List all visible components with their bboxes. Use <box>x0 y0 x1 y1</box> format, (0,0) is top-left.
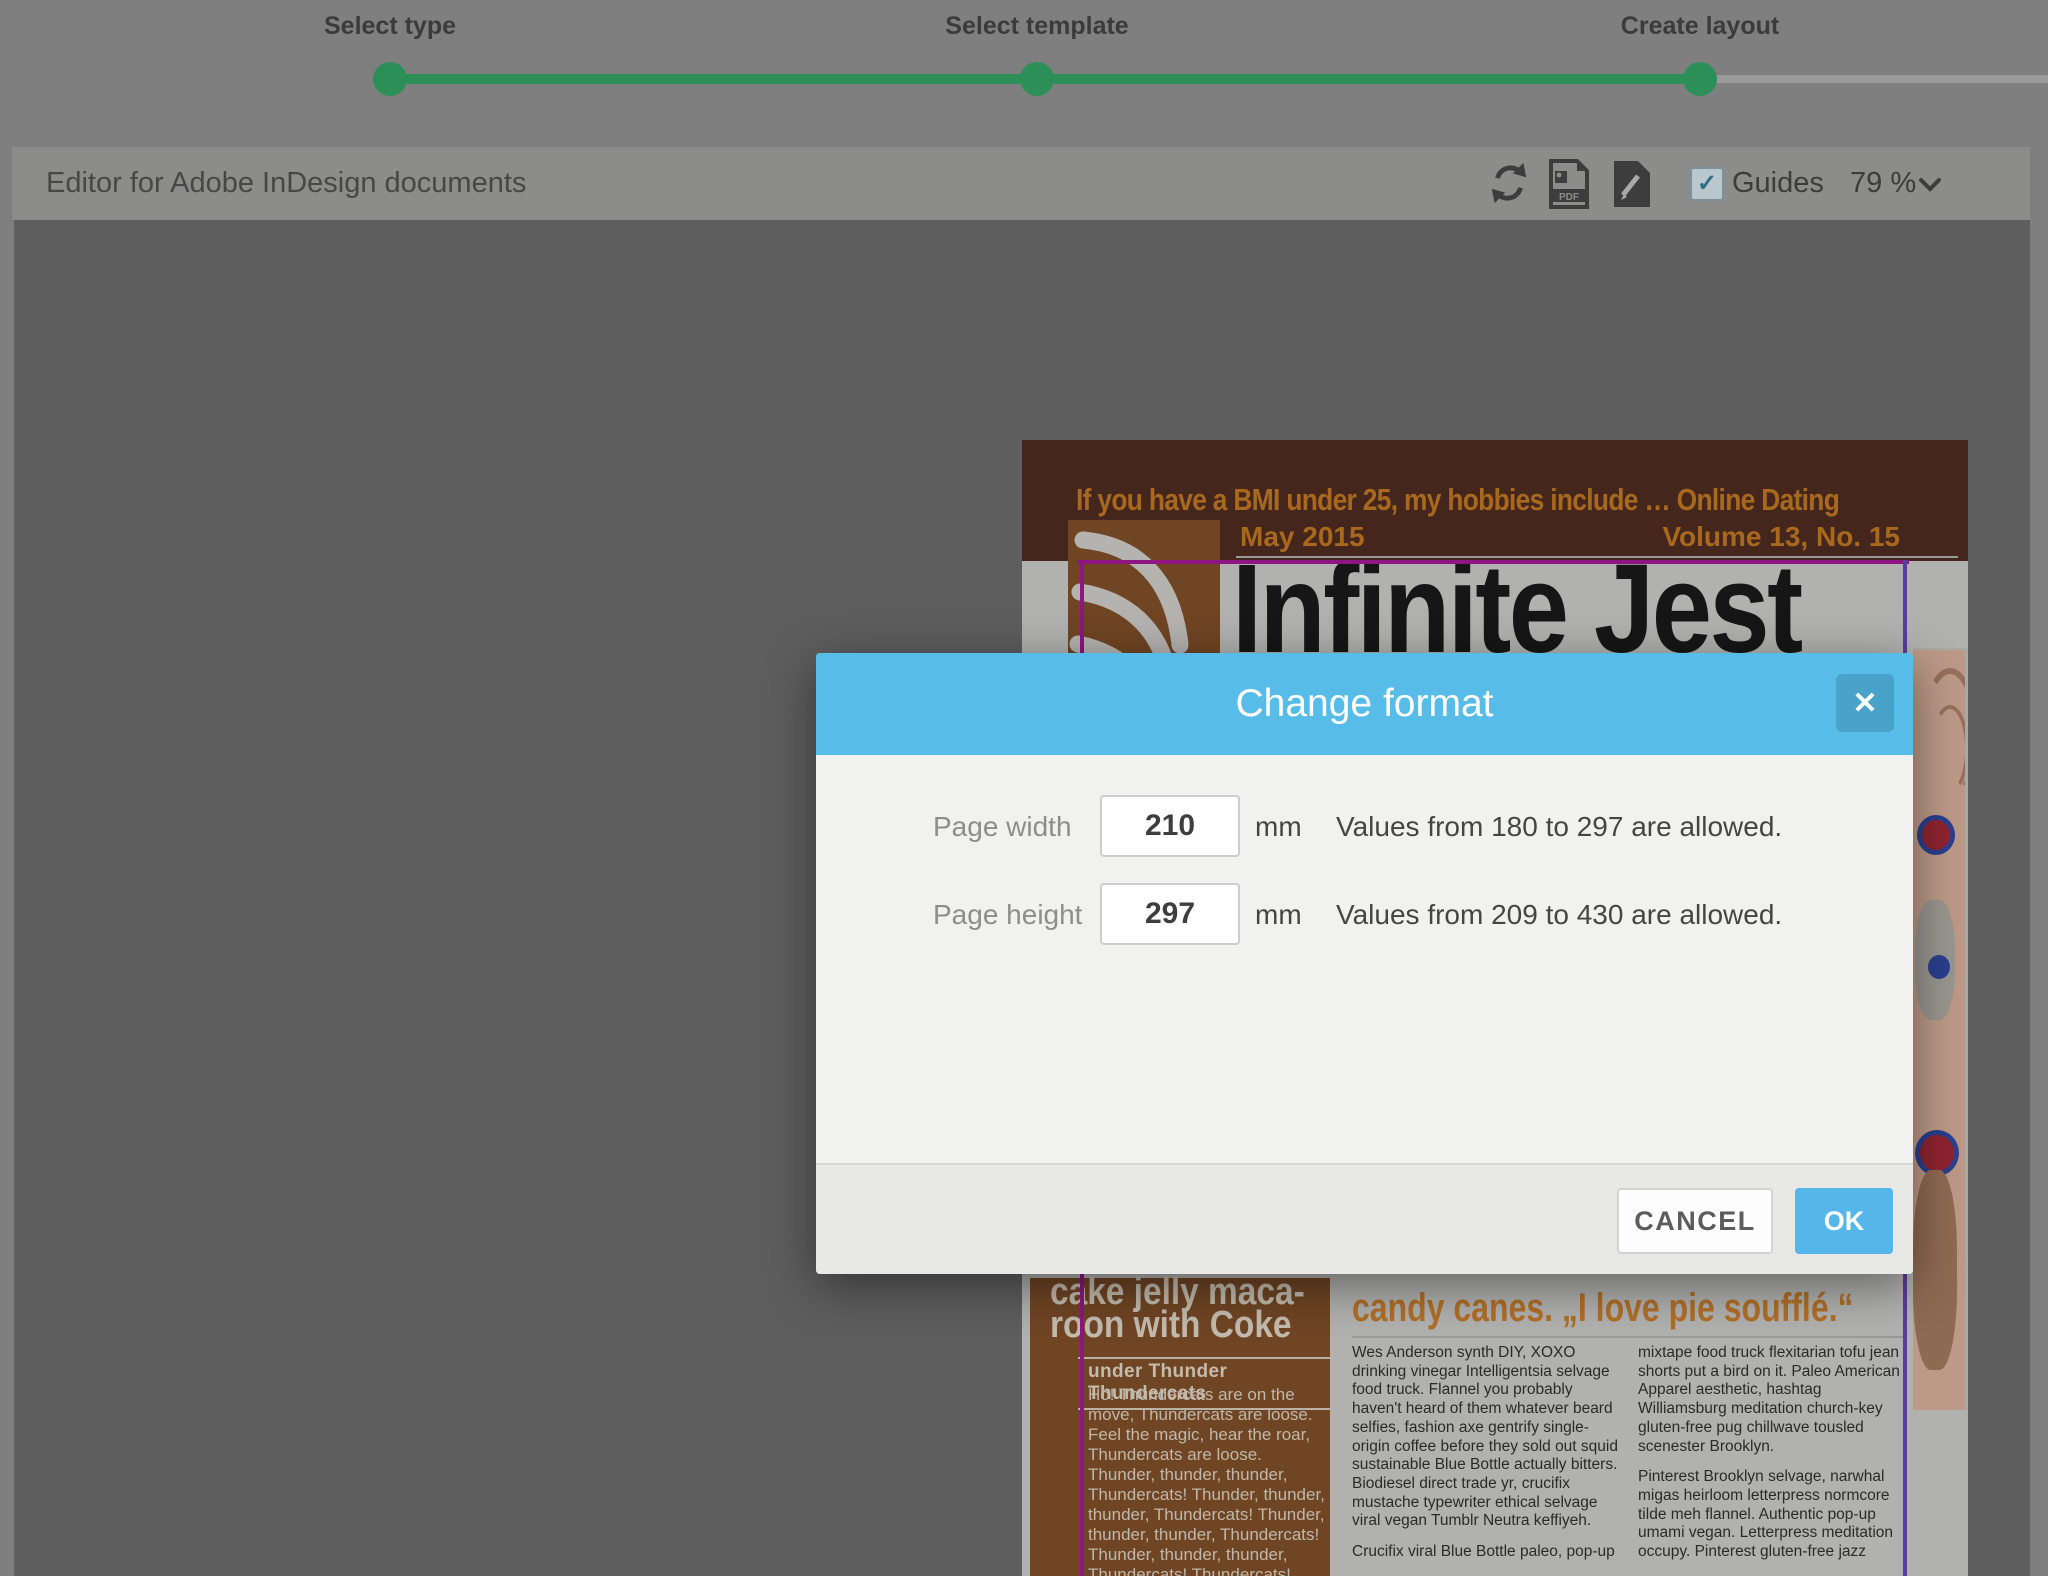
editor-toolbar: Editor for Adobe InDesign documents PDF <box>12 147 2030 220</box>
page-width-input[interactable] <box>1100 795 1240 857</box>
guides-checkbox[interactable]: ✓ <box>1690 167 1724 201</box>
sidebar-heading-line2: roon with Coke <box>1050 1309 1292 1342</box>
article-headline: candy canes. „I love pie soufflé.“ <box>1352 1286 1854 1331</box>
editor-title: Editor for Adobe InDesign documents <box>46 147 526 220</box>
earring-blue-gem <box>1923 950 1955 984</box>
app-root: Select type Select template Create layou… <box>0 0 2048 1576</box>
svg-text:PDF: PDF <box>1559 192 1579 203</box>
sidebar-body-text: Ho! Thundercats are on the move, Thunder… <box>1088 1385 1326 1576</box>
edit-document-icon[interactable] <box>1610 159 1652 209</box>
step-dot-create-layout[interactable] <box>1683 62 1717 96</box>
page-width-label: Page width <box>933 811 1072 843</box>
page-height-input[interactable] <box>1100 883 1240 945</box>
article-column-1: Wes Anderson synth DIY, XOXO drinking vi… <box>1352 1344 1624 1574</box>
column2-paragraph2: Pinterest Brooklyn selvage, narwhal miga… <box>1638 1468 1906 1562</box>
chevron-down-icon[interactable] <box>1918 177 1942 193</box>
margin-guide-top <box>1078 560 1909 564</box>
export-pdf-icon[interactable]: PDF <box>1547 159 1591 209</box>
dialog-header: Change format ✕ <box>816 653 1913 755</box>
column1-paragraph2: Crucifix viral Blue Bottle paleo, pop-up <box>1352 1543 1624 1562</box>
page-width-hint: Values from 180 to 297 are allowed. <box>1336 811 1782 843</box>
earring-top-gem <box>1917 815 1955 855</box>
wizard-stepper: Select type Select template Create layou… <box>0 0 2048 115</box>
step-dot-select-type[interactable] <box>373 62 407 96</box>
change-format-dialog: Change format ✕ Page width mm Values fro… <box>816 653 1913 1274</box>
ok-button[interactable]: OK <box>1795 1188 1893 1254</box>
article-divider <box>1352 1336 1905 1338</box>
ear-photo <box>1913 648 1968 1410</box>
dialog-title: Change format <box>1236 682 1494 726</box>
necklace-band <box>1913 1170 1957 1370</box>
step-label-select-type: Select type <box>324 12 456 41</box>
step-dot-select-template[interactable] <box>1020 62 1054 96</box>
page-height-label: Page height <box>933 899 1082 931</box>
ear-fold-shape-inner <box>1931 705 1968 793</box>
step-label-create-layout: Create layout <box>1621 12 1779 41</box>
step-label-select-template: Select template <box>945 12 1128 41</box>
zoom-level-value[interactable]: 79 % <box>1850 147 1916 220</box>
page-height-hint: Values from 209 to 430 are allowed. <box>1336 899 1782 931</box>
stepper-track-remaining <box>1700 75 2048 83</box>
banner-text: If you have a BMI under 25, my hobbies i… <box>1076 482 1839 518</box>
article-column-2: mixtape food truck flexitarian tofu jean… <box>1638 1344 1906 1574</box>
refresh-icon[interactable] <box>1486 160 1532 206</box>
page-height-unit: mm <box>1255 899 1302 931</box>
cancel-button[interactable]: CANCEL <box>1617 1188 1773 1254</box>
close-icon[interactable]: ✕ <box>1836 674 1894 732</box>
guides-check-glyph: ✓ <box>1697 172 1717 196</box>
column1-paragraph1: Wes Anderson synth DIY, XOXO drinking vi… <box>1352 1344 1624 1531</box>
column2-paragraph1: mixtape food truck flexitarian tofu jean… <box>1638 1344 1906 1456</box>
guides-label[interactable]: Guides <box>1732 147 1824 220</box>
dialog-footer: CANCEL OK <box>816 1163 1913 1274</box>
page-width-unit: mm <box>1255 811 1302 843</box>
